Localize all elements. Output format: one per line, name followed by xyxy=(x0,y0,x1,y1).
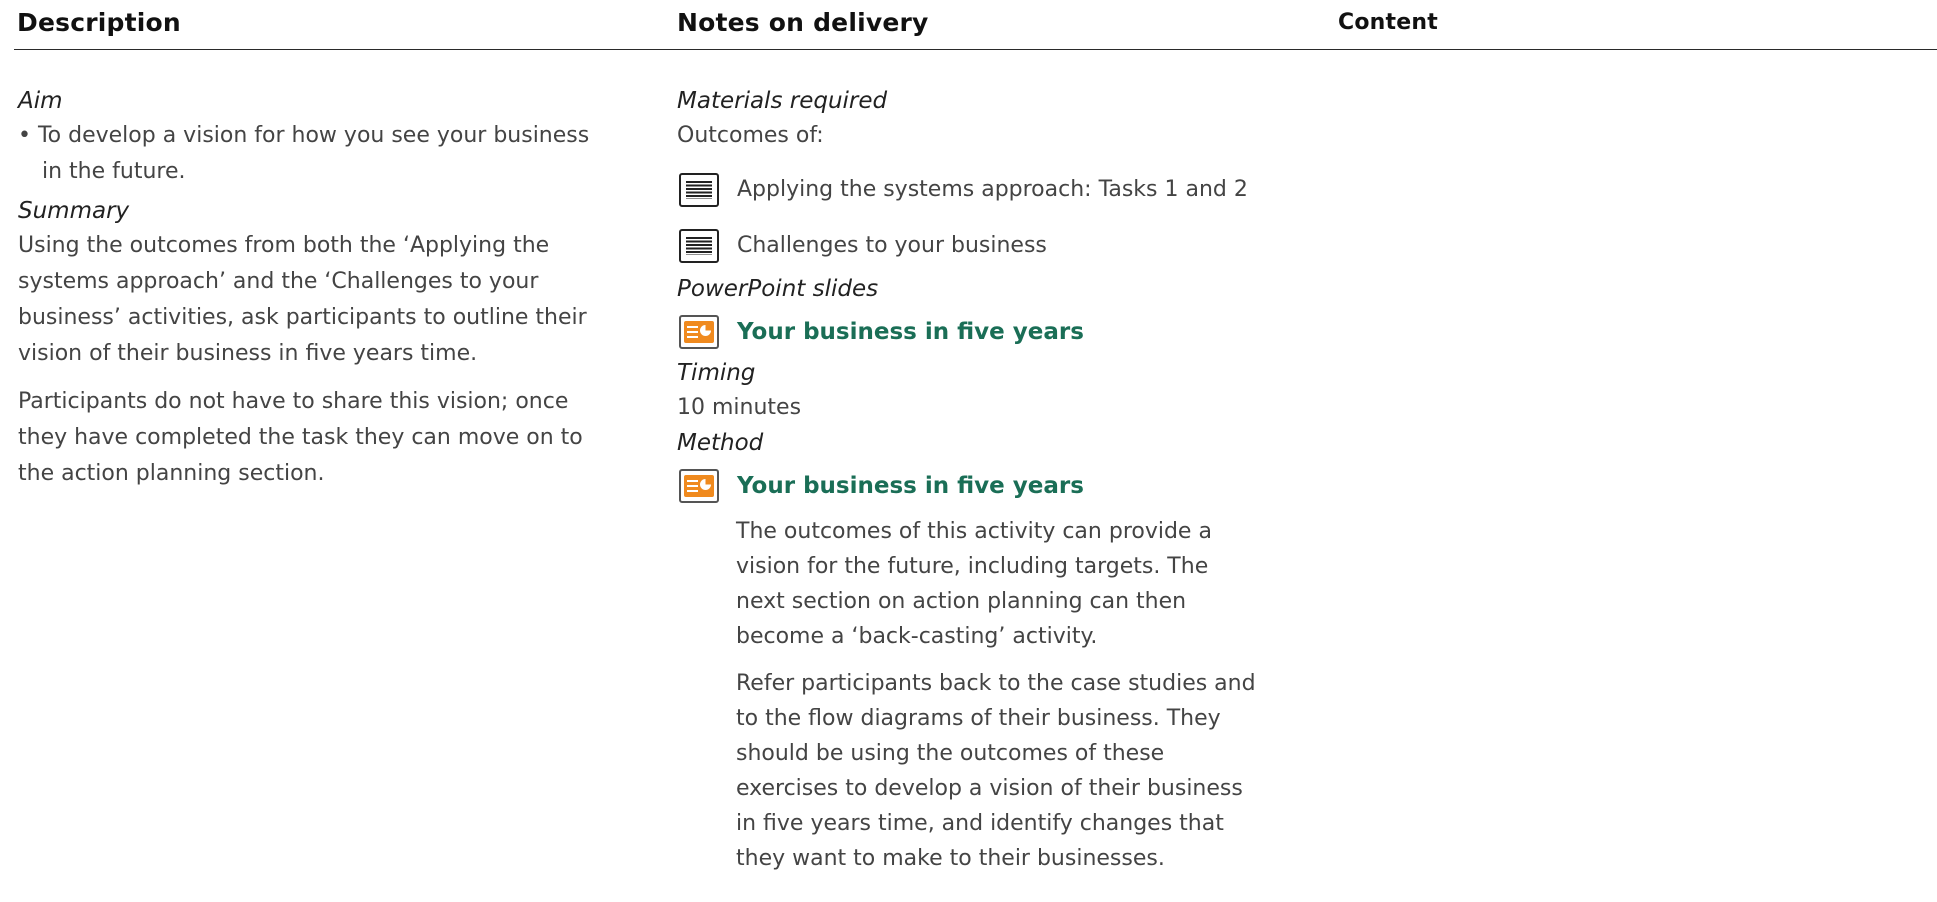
summary-paragraph-1: Using the outcomes from both the ‘Applyi… xyxy=(18,233,587,366)
column-header-description: Description xyxy=(17,8,181,37)
column-header-content: Content xyxy=(1338,10,1438,35)
timing-heading: Timing xyxy=(677,360,756,386)
slide-title: Your business in five years xyxy=(737,319,1084,345)
method-slide-reference: Your business in five years xyxy=(677,464,1317,508)
document-icon xyxy=(679,173,719,207)
aim-bullet: • To develop a vision for how you see yo… xyxy=(18,123,590,184)
method-paragraph-1: The outcomes of this activity can provid… xyxy=(736,519,1212,649)
timing-value: 10 minutes xyxy=(677,395,802,420)
material-item: Challenges to your business xyxy=(677,224,1317,268)
materials-heading: Materials required xyxy=(677,88,888,114)
notes-column: Materials required Outcomes of: Applying… xyxy=(677,84,1317,876)
outcomes-of-label: Outcomes of: xyxy=(677,123,824,148)
summary-paragraph-2: Participants do not have to share this v… xyxy=(18,389,583,486)
description-column: Aim • To develop a vision for how you se… xyxy=(18,84,628,492)
header-divider xyxy=(14,49,1937,50)
slide-reference: Your business in five years xyxy=(677,310,1317,354)
slides-heading: PowerPoint slides xyxy=(677,276,879,302)
method-heading: Method xyxy=(677,430,764,456)
summary-heading: Summary xyxy=(18,198,130,224)
aim-heading: Aim xyxy=(18,88,63,114)
powerpoint-slide-icon xyxy=(679,315,719,349)
document-icon xyxy=(679,229,719,263)
method-slide-title: Your business in five years xyxy=(737,473,1084,499)
material-item: Applying the systems approach: Tasks 1 a… xyxy=(677,168,1317,212)
method-paragraph-2: Refer participants back to the case stud… xyxy=(736,671,1256,871)
column-header-notes: Notes on delivery xyxy=(677,8,929,37)
material-item-label: Challenges to your business xyxy=(737,233,1047,258)
material-item-label: Applying the systems approach: Tasks 1 a… xyxy=(737,177,1248,202)
powerpoint-slide-icon xyxy=(679,469,719,503)
